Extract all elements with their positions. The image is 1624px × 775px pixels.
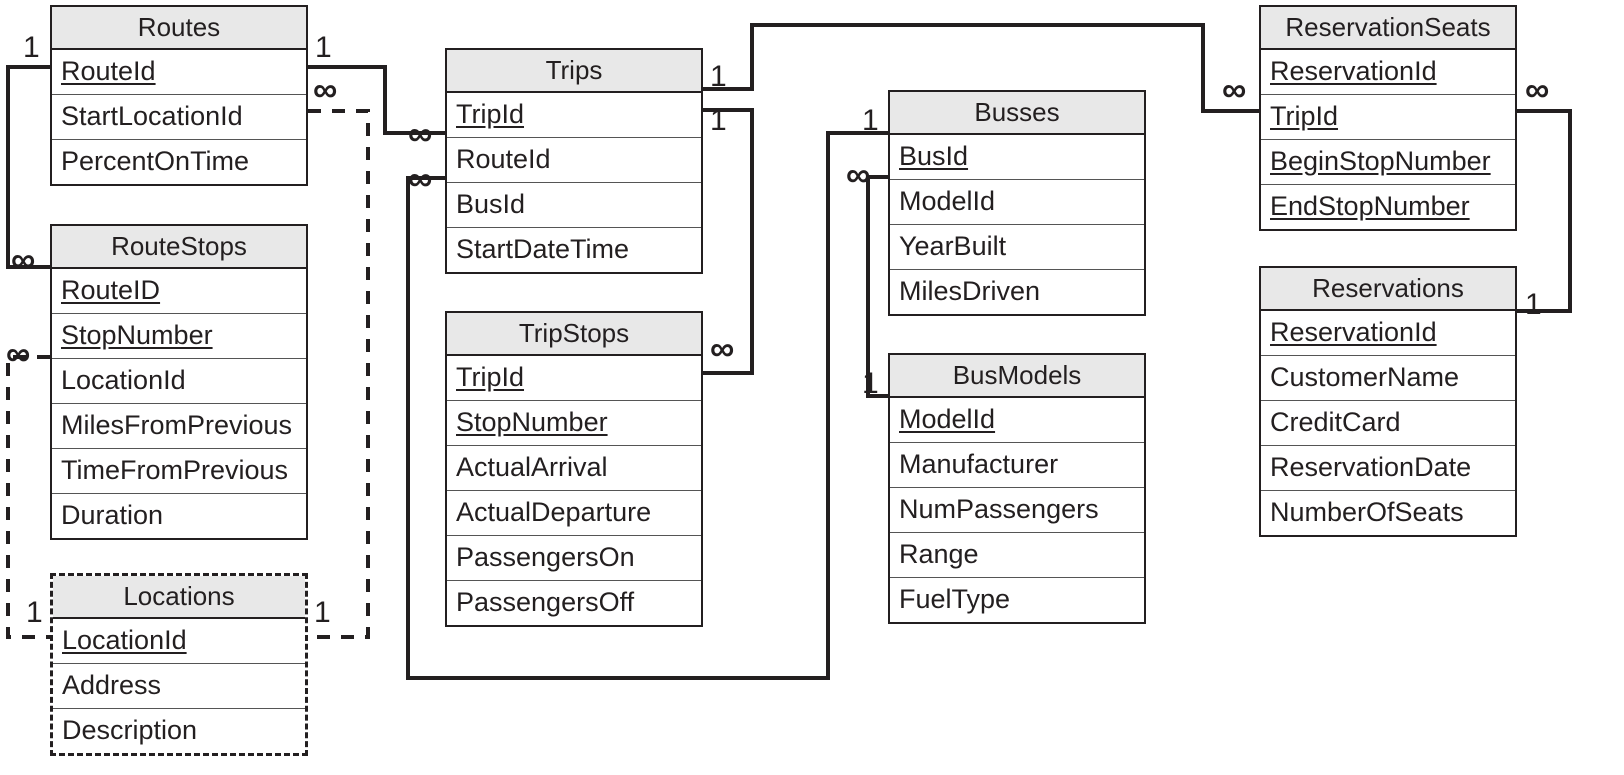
field-routeid[interactable]: RouteId xyxy=(447,138,701,183)
field-reservationid[interactable]: ReservationId xyxy=(1261,50,1515,95)
field-timefromprevious[interactable]: TimeFromPrevious xyxy=(52,449,306,494)
field-tripid[interactable]: TripId xyxy=(1261,95,1515,140)
cardinality-reservationseats-reservationid: ∞ xyxy=(1525,71,1550,109)
field-range[interactable]: Range xyxy=(890,533,1144,578)
entity-routes[interactable]: Routes RouteId StartLocationId PercentOn… xyxy=(50,5,308,186)
cardinality-reservations-reservationid: 1 xyxy=(1525,288,1542,321)
entity-title: Routes xyxy=(52,7,306,50)
field-percentontime[interactable]: PercentOnTime xyxy=(52,140,306,184)
cardinality-trips-tripid-b: 1 xyxy=(710,104,727,137)
field-endstopnumber[interactable]: EndStopNumber xyxy=(1261,185,1515,229)
er-diagram-canvas: Routes RouteId StartLocationId PercentOn… xyxy=(0,0,1624,775)
entity-title: Busses xyxy=(890,92,1144,135)
cardinality-busmodels-modelid: 1 xyxy=(862,367,879,400)
wire-busmodels-busses xyxy=(866,175,888,398)
field-routeid[interactable]: RouteId xyxy=(52,50,306,95)
cardinality-locations-left: 1 xyxy=(26,596,43,629)
cardinality-routestops-left: ∞ xyxy=(11,241,36,279)
cardinality-trips-busid: ∞ xyxy=(408,160,433,198)
field-actualarrival[interactable]: ActualArrival xyxy=(447,446,701,491)
field-modelid[interactable]: ModelId xyxy=(890,180,1144,225)
entity-title: Reservations xyxy=(1261,268,1515,311)
entity-trips[interactable]: Trips TripId RouteId BusId StartDateTime xyxy=(445,48,703,274)
entity-locations[interactable]: Locations LocationId Address Description xyxy=(50,573,308,756)
field-locationid[interactable]: LocationId xyxy=(53,619,305,664)
field-milesdriven[interactable]: MilesDriven xyxy=(890,270,1144,314)
entity-title: Trips xyxy=(447,50,701,93)
wire-routes-locations xyxy=(308,109,370,639)
field-yearbuilt[interactable]: YearBuilt xyxy=(890,225,1144,270)
field-stopnumber[interactable]: StopNumber xyxy=(52,314,306,359)
cardinality-routes-left: 1 xyxy=(23,31,40,64)
wire-routes-routestops xyxy=(6,65,50,269)
field-tripid[interactable]: TripId xyxy=(447,356,701,401)
entity-routestops[interactable]: RouteStops RouteID StopNumber LocationId… xyxy=(50,224,308,540)
entity-reservationseats[interactable]: ReservationSeats ReservationId TripId Be… xyxy=(1259,5,1517,231)
entity-title: ReservationSeats xyxy=(1261,7,1515,50)
wire-routestops-locations xyxy=(6,355,50,639)
field-fueltype[interactable]: FuelType xyxy=(890,578,1144,622)
cardinality-busses-modelid: ∞ xyxy=(846,156,871,194)
entity-tripstops[interactable]: TripStops TripId StopNumber ActualArriva… xyxy=(445,311,703,627)
field-busid[interactable]: BusId xyxy=(890,135,1144,180)
field-beginstopnumber[interactable]: BeginStopNumber xyxy=(1261,140,1515,185)
entity-busses[interactable]: Busses BusId ModelId YearBuilt MilesDriv… xyxy=(888,90,1146,316)
entity-busmodels[interactable]: BusModels ModelId Manufacturer NumPassen… xyxy=(888,353,1146,624)
cardinality-trips-routeid: ∞ xyxy=(408,115,433,153)
cardinality-routes-startlocation: ∞ xyxy=(313,71,338,109)
field-manufacturer[interactable]: Manufacturer xyxy=(890,443,1144,488)
entity-title: Locations xyxy=(53,576,305,619)
field-description[interactable]: Description xyxy=(53,709,305,753)
wire-reservations-reservationseats xyxy=(1517,109,1572,313)
field-startlocationid[interactable]: StartLocationId xyxy=(52,95,306,140)
cardinality-trips-tripid-a: 1 xyxy=(710,60,727,93)
field-creditcard[interactable]: CreditCard xyxy=(1261,401,1515,446)
field-customername[interactable]: CustomerName xyxy=(1261,356,1515,401)
field-actualdeparture[interactable]: ActualDeparture xyxy=(447,491,701,536)
cardinality-busses-busid: 1 xyxy=(862,104,879,137)
entity-title: RouteStops xyxy=(52,226,306,269)
cardinality-routes-right: 1 xyxy=(315,31,332,64)
field-numberofseats[interactable]: NumberOfSeats xyxy=(1261,491,1515,535)
field-startdatetime[interactable]: StartDateTime xyxy=(447,228,701,272)
cardinality-reservationseats-tripid: ∞ xyxy=(1222,71,1247,109)
entity-reservations[interactable]: Reservations ReservationId CustomerName … xyxy=(1259,266,1517,537)
cardinality-tripstops-tripid: ∞ xyxy=(710,330,735,368)
field-routeid[interactable]: RouteID xyxy=(52,269,306,314)
field-tripid[interactable]: TripId xyxy=(447,93,701,138)
entity-title: TripStops xyxy=(447,313,701,356)
field-reservationid[interactable]: ReservationId xyxy=(1261,311,1515,356)
field-locationid[interactable]: LocationId xyxy=(52,359,306,404)
field-address[interactable]: Address xyxy=(53,664,305,709)
field-passengerson[interactable]: PassengersOn xyxy=(447,536,701,581)
field-numpassengers[interactable]: NumPassengers xyxy=(890,488,1144,533)
entity-title: BusModels xyxy=(890,355,1144,398)
field-stopnumber[interactable]: StopNumber xyxy=(447,401,701,446)
field-passengersoff[interactable]: PassengersOff xyxy=(447,581,701,625)
field-duration[interactable]: Duration xyxy=(52,494,306,538)
cardinality-locations-right: 1 xyxy=(314,596,331,629)
field-modelid[interactable]: ModelId xyxy=(890,398,1144,443)
field-reservationdate[interactable]: ReservationDate xyxy=(1261,446,1515,491)
cardinality-routestops-locationid: ∞ xyxy=(6,335,31,373)
field-milesfromprevious[interactable]: MilesFromPrevious xyxy=(52,404,306,449)
field-busid[interactable]: BusId xyxy=(447,183,701,228)
